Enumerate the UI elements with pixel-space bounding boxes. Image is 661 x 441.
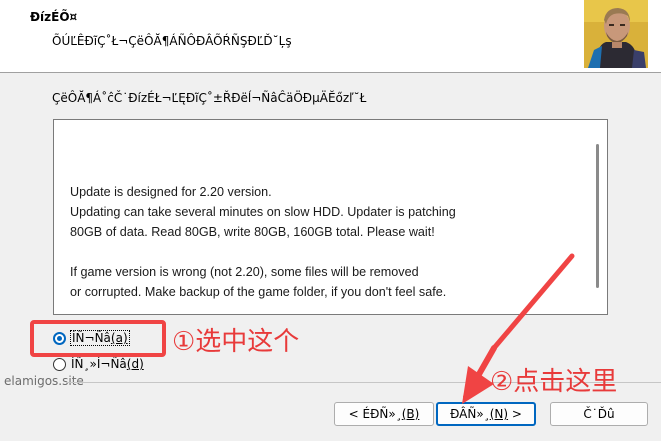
cancel-button[interactable]: Č˙Ďû (550, 402, 648, 426)
back-button[interactable]: < ÉĐÑ»¸ (B) (334, 402, 434, 426)
annotation-highlight-box (30, 320, 166, 357)
decline-label[interactable]: ÍÑ¸»Í¬Ñâ(d) (71, 357, 144, 371)
license-textbox[interactable]: Update is designed for 2.20 version. Upd… (53, 119, 608, 315)
license-line: Updating can take several minutes on slo… (70, 205, 456, 219)
watermark: elamigos.site (4, 374, 84, 388)
license-scrollbar[interactable] (591, 122, 605, 312)
license-line: or corrupted. Make backup of the game fo… (70, 285, 447, 299)
license-line: If game version is wrong (not 2.20), som… (70, 265, 419, 279)
annotation-step1: ①选中这个 (172, 327, 300, 357)
scrollbar-thumb[interactable] (596, 144, 599, 288)
instruction-text: ÇëÔĂ¶Á˚ĉČ˙ĐízÉŁ¬ĽĘĐĩÇ˚±ŘĐëĺ¬ÑâĈäÖĐµÄĔőzľ… (52, 91, 367, 105)
page-title: ĐízÉÕ¤ (30, 10, 78, 24)
annotation-step2: ②点击这里 (490, 367, 618, 397)
license-line: 80GB of data. Read 80GB, write 80GB, 160… (70, 225, 435, 239)
license-line: Update is designed for 2.20 version. (70, 185, 272, 199)
decline-option[interactable]: ÍÑ¸»Í¬Ñâ(d) (53, 357, 144, 371)
header-panel: ĐízÉÕ¤ ÕÚĽÊĐĩÇ˚Ł¬ÇëÔĂ¶ÁÑÔĐÂÕŔÑŞĐĽĎ˘Ļş (0, 0, 661, 72)
decline-radio[interactable] (53, 357, 66, 371)
character-portrait-icon (584, 0, 648, 68)
next-button[interactable]: ĐÂÑ»¸ (N) > (436, 402, 536, 426)
license-line (70, 242, 570, 262)
license-text: Update is designed for 2.20 version. Upd… (70, 182, 570, 302)
header-divider (0, 72, 661, 73)
page-subtitle: ÕÚĽÊĐĩÇ˚Ł¬ÇëÔĂ¶ÁÑÔĐÂÕŔÑŞĐĽĎ˘Ļş (52, 34, 292, 48)
